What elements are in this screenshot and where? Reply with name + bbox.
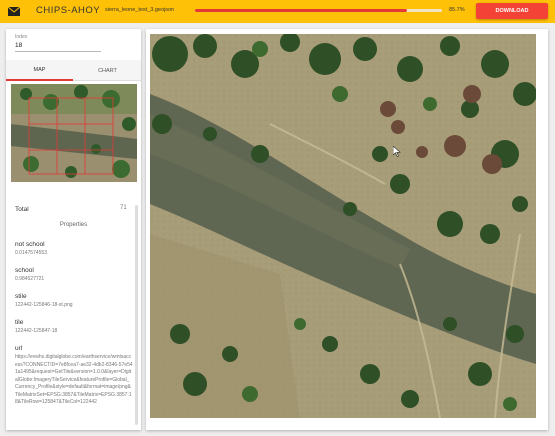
sidebar: Index 18 MAP CHART Total 71 Properties n… (6, 29, 141, 430)
tab-map[interactable]: MAP (6, 60, 73, 81)
app-title: CHIPS-AHOY (36, 5, 101, 16)
property-value: https://evwhs.digitalglobe.com/earthserv… (15, 354, 133, 405)
property-school: school 0.984527721 (15, 267, 133, 284)
property-value: 122442-125847-18 (15, 328, 58, 334)
property-tile: tile 122442-125847-18 (15, 319, 133, 336)
total-value: 71 (120, 205, 127, 211)
progress-label: 85.7% (449, 7, 465, 13)
property-name: tile (15, 319, 24, 326)
properties-title: Properties (59, 222, 88, 228)
property-not-school: not school 0.0147574553 (15, 241, 133, 258)
property-name: school (15, 267, 34, 274)
total-label: Total (15, 206, 29, 213)
progress-fill (195, 9, 407, 12)
property-name: url (15, 345, 23, 352)
main-panel (146, 29, 548, 430)
progress-bar (195, 9, 442, 12)
property-url: url https://evwhs.digitalglobe.com/earth… (15, 345, 133, 407)
property-value: 0.0147574553 (15, 250, 47, 256)
tab-chart[interactable]: CHART (74, 60, 141, 81)
tab-bar: MAP CHART (6, 60, 141, 81)
file-name: sierra_leone_test_3.geojson (105, 7, 175, 13)
index-label: Index (15, 34, 28, 40)
download-button[interactable]: DOWNLOAD (476, 3, 548, 19)
properties-scrollbar[interactable] (135, 205, 138, 425)
index-input[interactable]: 18 (15, 41, 101, 52)
property-name: stile (15, 293, 27, 300)
envelope-icon[interactable] (8, 7, 20, 16)
app-header: CHIPS-AHOY sierra_leone_test_3.geojson 8… (0, 0, 555, 23)
satellite-tile-view[interactable] (150, 34, 536, 418)
property-value: 122442-125846-18-st.png (15, 302, 73, 308)
property-name: not school (15, 241, 45, 248)
property-stile: stile 122442-125846-18-st.png (15, 293, 133, 310)
mouse-pointer-icon (393, 146, 401, 157)
overview-map[interactable] (11, 84, 137, 182)
property-value: 0.984527721 (15, 276, 45, 282)
